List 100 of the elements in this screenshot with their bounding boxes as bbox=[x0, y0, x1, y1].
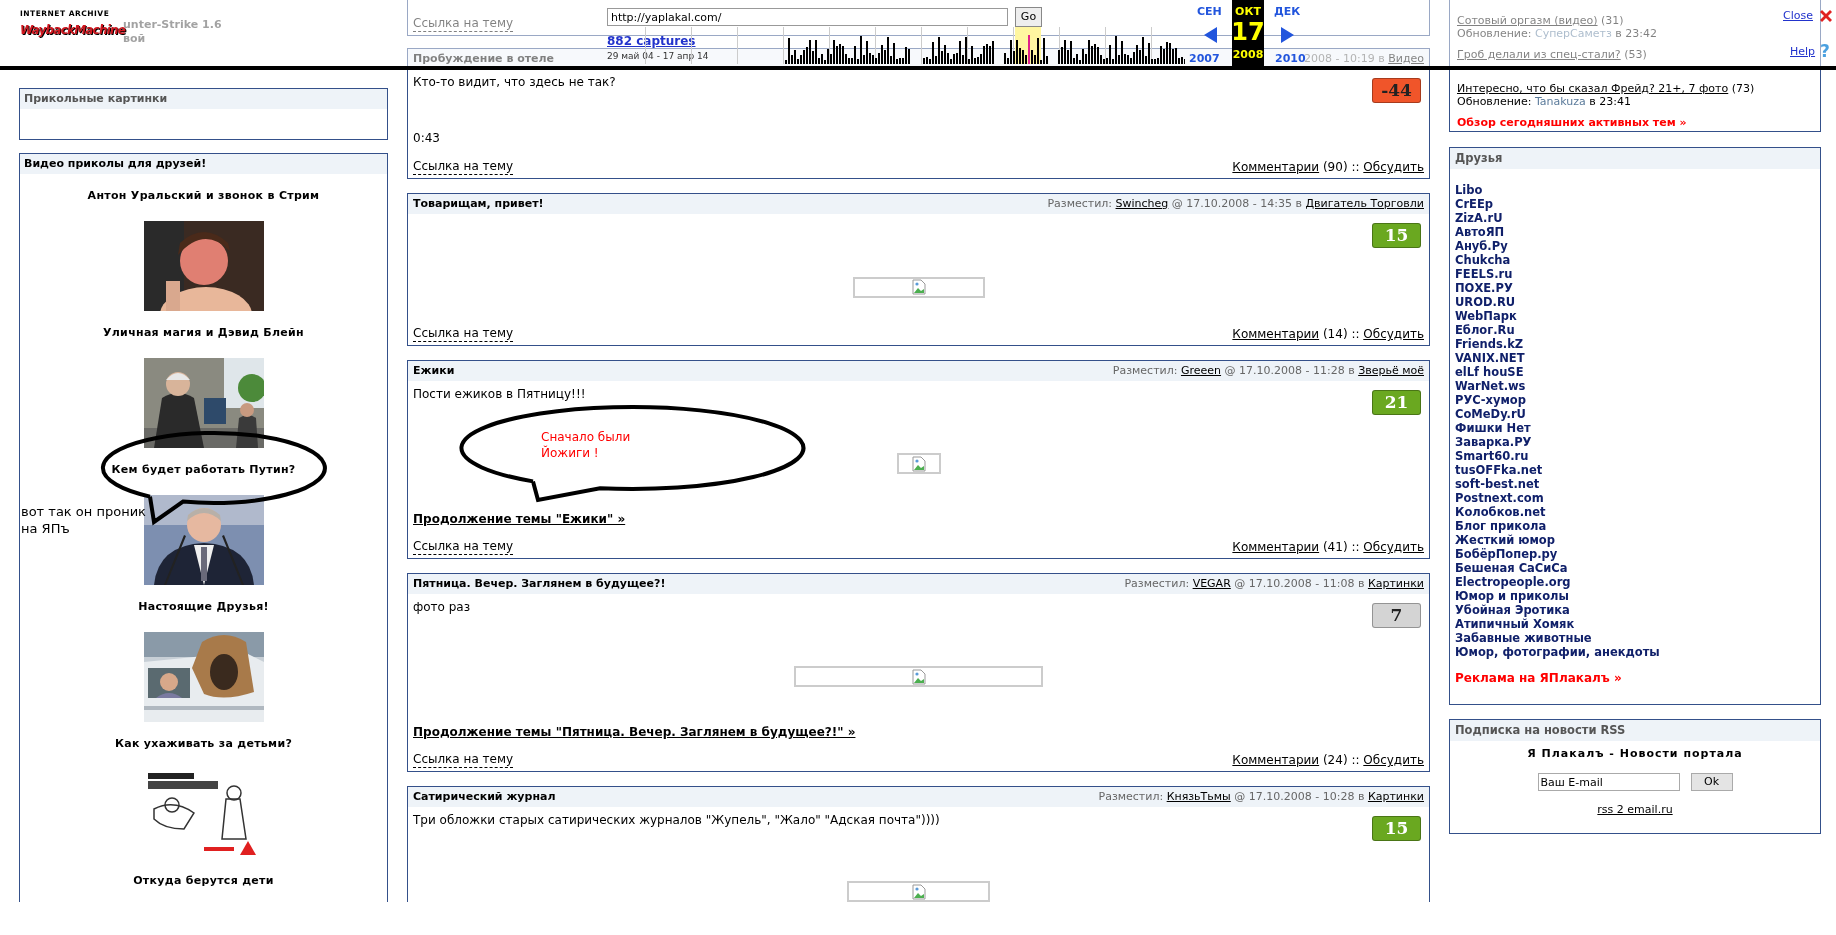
video-title[interactable]: Как ухаживать за детьми? bbox=[114, 737, 293, 751]
friend-link[interactable]: CrEEp bbox=[1455, 197, 1494, 211]
topic-link[interactable]: Ссылка на тему bbox=[413, 159, 514, 175]
topic-title-link[interactable]: Гроб делали из спец-стали? bbox=[1457, 48, 1621, 61]
friend-link[interactable]: Еблог.Ru bbox=[1455, 323, 1515, 337]
email-field[interactable]: Ваш E-mail bbox=[1537, 773, 1680, 791]
day-label: 17 bbox=[1231, 18, 1265, 46]
video-title[interactable]: Откуда берутся дети bbox=[133, 874, 274, 888]
category-link[interactable]: Двигатель Торговли bbox=[1305, 196, 1424, 210]
friend-link[interactable]: Chukcha bbox=[1455, 253, 1511, 267]
rating-badge[interactable]: -44 bbox=[1372, 78, 1421, 103]
go-button[interactable]: Go bbox=[1015, 7, 1042, 27]
friend-link[interactable]: Блог прикола bbox=[1455, 519, 1547, 533]
friend-link[interactable]: АвтоЯП bbox=[1455, 225, 1505, 239]
topic-title-link[interactable]: Интересно, что бы сказал Фрейд? 21+, 7 фото bbox=[1457, 82, 1729, 95]
friend-link[interactable]: UROD.RU bbox=[1455, 295, 1516, 309]
post-title[interactable]: Ежики bbox=[413, 362, 455, 380]
friend-link[interactable]: Electropeople.org bbox=[1455, 575, 1571, 589]
post-title[interactable]: Товарищам, привет! bbox=[413, 195, 544, 213]
comments-line: Комментарии (41) :: Обсудить bbox=[1232, 540, 1424, 555]
comments-link[interactable]: Комментарии bbox=[1232, 160, 1320, 174]
category-link[interactable]: Картинки bbox=[1367, 576, 1424, 590]
topic-link[interactable]: Ссылка на тему bbox=[413, 752, 514, 768]
friend-link[interactable]: Жесткий юмор bbox=[1455, 533, 1555, 547]
comments-line: Комментарии (14) :: Обсудить bbox=[1232, 327, 1424, 342]
discuss-link[interactable]: Обсудить bbox=[1363, 753, 1424, 767]
year-label: 2008 bbox=[1232, 48, 1264, 61]
friend-link[interactable]: Заварка.РУ bbox=[1455, 435, 1532, 449]
discuss-link[interactable]: Обсудить bbox=[1363, 327, 1424, 341]
post-title[interactable]: Пробуждение в отеле bbox=[413, 50, 555, 68]
video-title[interactable]: Антон Уральский и звонок в Стрим bbox=[87, 189, 320, 203]
friend-link[interactable]: Фишки Нет bbox=[1455, 421, 1531, 435]
friend-link[interactable]: Postnext.com bbox=[1455, 491, 1544, 505]
friend-link[interactable]: WarNet.ws bbox=[1455, 379, 1526, 393]
friend-link[interactable]: Бешеная СаСиСа bbox=[1455, 561, 1568, 575]
friend-link[interactable]: tusOFFka.net bbox=[1455, 463, 1543, 477]
box-header: Друзья bbox=[1450, 148, 1820, 169]
next-month-link[interactable]: ДЕК bbox=[1274, 5, 1301, 19]
prev-year-link[interactable]: 2007 bbox=[1189, 52, 1220, 66]
comments-link[interactable]: Комментарии bbox=[1232, 540, 1320, 554]
friend-link[interactable]: WebПарк bbox=[1455, 309, 1517, 323]
right-arrow-icon bbox=[1281, 27, 1294, 43]
captures-link[interactable]: 882 captures bbox=[607, 34, 696, 49]
comments-link[interactable]: Комментарии bbox=[1232, 753, 1320, 767]
discuss-link[interactable]: Обсудить bbox=[1363, 540, 1424, 554]
post-meta: Разместил: КнязьТьмы @ 17.10.2008 - 10:28 в Картинки bbox=[1098, 788, 1424, 805]
author-link[interactable]: VEGAR bbox=[1192, 576, 1231, 590]
video-title[interactable]: Настоящие Друзья! bbox=[138, 600, 269, 614]
post-title[interactable]: Пятница. Вечер. Заглянем в будущее?! bbox=[413, 575, 666, 593]
friend-link[interactable]: Забавные животные bbox=[1455, 631, 1592, 645]
friend-link[interactable]: Smart60.ru bbox=[1455, 449, 1529, 463]
friend-link[interactable]: РУС-хумор bbox=[1455, 393, 1526, 407]
user-link[interactable]: Tanakuza bbox=[1534, 95, 1586, 108]
post-text: 0:43 bbox=[413, 131, 441, 146]
rss-link[interactable]: rss 2 email.ru bbox=[1597, 803, 1673, 817]
close-link[interactable]: Close bbox=[1783, 9, 1813, 23]
topic-link[interactable]: Ссылка на тему bbox=[413, 326, 514, 342]
ok-button[interactable]: Ok bbox=[1690, 773, 1733, 791]
friend-link[interactable]: ZizA.rU bbox=[1455, 211, 1503, 225]
video-title[interactable]: Уличная магия и Дэвид Блейн bbox=[103, 326, 304, 340]
rating-badge[interactable]: 7 bbox=[1372, 603, 1421, 628]
continue-link[interactable]: Продолжение темы "Ежики" » bbox=[413, 512, 626, 527]
friend-link[interactable]: Юмор, фотографии, анекдоты bbox=[1455, 645, 1660, 659]
topic-link[interactable]: Ссылка на тему bbox=[413, 539, 514, 555]
next-year-link[interactable]: 2010 bbox=[1275, 52, 1306, 66]
prev-month-link[interactable]: СЕН bbox=[1197, 5, 1222, 19]
help-link[interactable]: Help bbox=[1790, 45, 1816, 59]
post-title[interactable]: Сатирический журнал bbox=[413, 788, 556, 806]
friend-link[interactable]: Friends.kZ bbox=[1455, 337, 1524, 351]
url-field[interactable]: http://yaplakal.com/ bbox=[607, 8, 1008, 26]
friend-link[interactable]: Колобков.net bbox=[1455, 505, 1546, 519]
friend-link[interactable]: VANIX.NET bbox=[1455, 351, 1525, 365]
overview-link[interactable]: Обзор сегодняшних активных тем » bbox=[1457, 116, 1687, 129]
topic-title-link[interactable]: Сотовый оргазм (видео) bbox=[1457, 14, 1598, 27]
friend-link[interactable]: Ануб.Ру bbox=[1455, 239, 1508, 253]
discuss-link[interactable]: Обсудить bbox=[1363, 160, 1424, 174]
topic-link[interactable]: Ссылка на тему bbox=[413, 16, 514, 32]
friend-link[interactable]: CoMeDy.rU bbox=[1455, 407, 1526, 421]
close-icon bbox=[1819, 9, 1833, 23]
ad-link[interactable]: Реклама на ЯПлакалъ » bbox=[1455, 671, 1622, 686]
category-link[interactable]: Зверьё моё bbox=[1358, 363, 1424, 377]
friend-link[interactable]: Libo bbox=[1455, 183, 1483, 197]
friend-link[interactable]: ПОХЕ.РУ bbox=[1455, 281, 1513, 295]
author-link[interactable]: КнязьТьмы bbox=[1166, 789, 1231, 803]
video-title[interactable]: Кем будет работать Путин? bbox=[111, 463, 296, 477]
friend-link[interactable]: FEELS.ru bbox=[1455, 267, 1513, 281]
friend-link[interactable]: БобёрПопер.ру bbox=[1455, 547, 1558, 561]
friend-link[interactable]: Убойная Эротика bbox=[1455, 603, 1570, 617]
friend-link[interactable]: Юмор и приколы bbox=[1455, 589, 1569, 603]
friend-link[interactable]: soft-best.net bbox=[1455, 477, 1540, 491]
category-link[interactable]: Картинки bbox=[1367, 789, 1424, 803]
author-link[interactable]: Swincheg bbox=[1115, 196, 1169, 210]
comments-link[interactable]: Комментарии bbox=[1232, 327, 1320, 341]
post-text: Три обложки старых сатирических журналов "Жупель", "Жало" "Адская почта")))) bbox=[413, 813, 940, 828]
category-link[interactable]: Видео bbox=[1388, 51, 1424, 65]
friend-link[interactable]: Атипичный Хомяк bbox=[1455, 617, 1575, 631]
continue-link[interactable]: Продолжение темы "Пятница. Вечер. Заглянем в будущее?!" » bbox=[413, 725, 856, 740]
author-link[interactable]: Greeen bbox=[1180, 363, 1222, 377]
friend-link[interactable]: elLf houSE bbox=[1455, 365, 1524, 379]
post-text: Кто-то видит, что здесь не так? bbox=[413, 75, 616, 90]
